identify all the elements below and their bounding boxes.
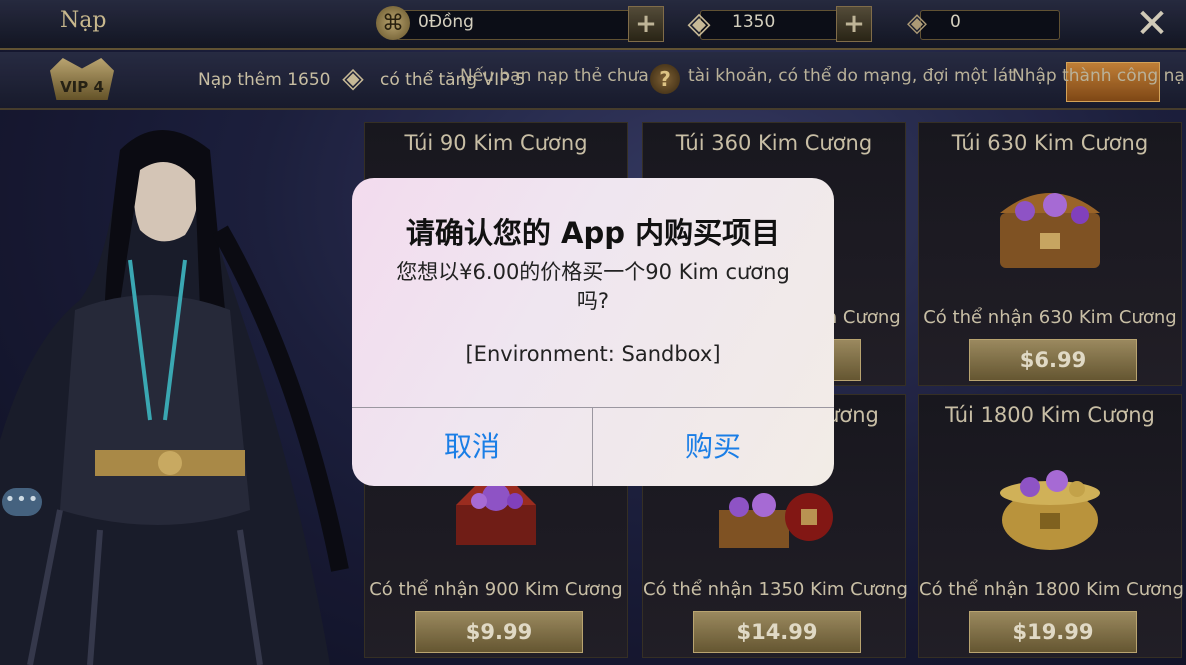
buy-button[interactable]: 购买	[593, 408, 833, 486]
dialog-message: 您想以¥6.00的价格买一个90 Kim cương吗?	[396, 260, 790, 313]
dialog-title: 请确认您的 App 内购买项目	[405, 216, 781, 250]
cancel-button[interactable]: 取消	[352, 408, 592, 486]
purchase-confirm-dialog: 请确认您的 App 内购买项目 您想以¥6.00的价格买一个90 Kim cươ…	[352, 178, 834, 486]
dialog-environment: [Environment: Sandbox]	[465, 342, 721, 366]
